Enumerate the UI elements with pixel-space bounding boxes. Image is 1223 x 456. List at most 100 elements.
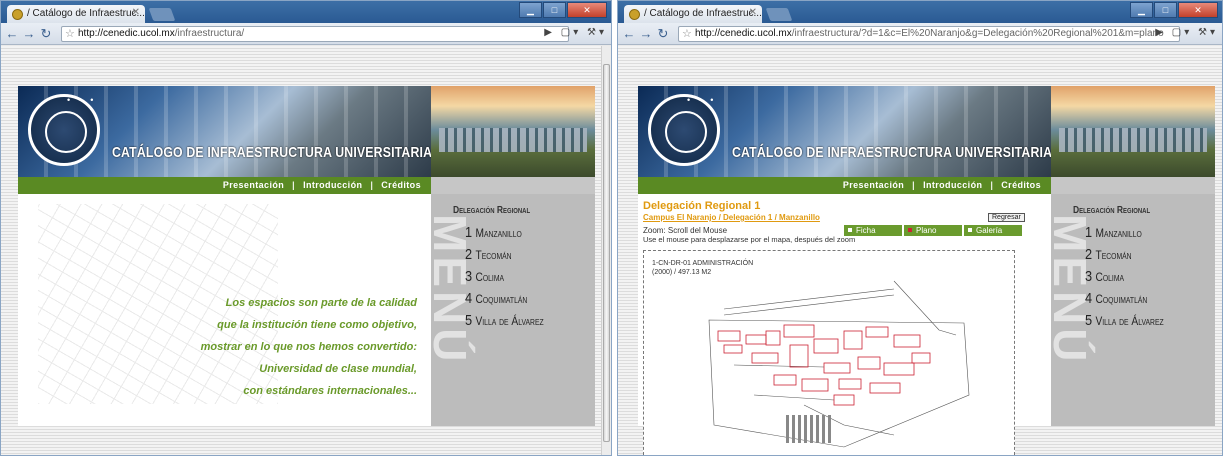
nav-creditos[interactable]: Créditos — [381, 177, 421, 194]
browser-toolbar: ← → ↻ ☆ http://cenedic.ucol.mx/infraestru… — [1, 23, 611, 45]
side-menu: MENÚ Delegación Regional 1 Manzanillo 2 Te… — [1044, 194, 1215, 426]
scrollbar-thumb[interactable] — [603, 64, 610, 442]
back-arrow-icon[interactable]: ← — [622, 26, 636, 41]
main-nav: Presentación | Introducción | Créditos — [18, 177, 431, 194]
menu-item-label: Manzanillo — [1095, 226, 1142, 240]
main-content: Los espacios son parte de la calidad que… — [18, 194, 431, 426]
tab-title: / Catálogo de Infraestruc... — [644, 8, 762, 19]
university-seal-logo: • • • — [648, 94, 720, 166]
side-menu: MENÚ Delegación Regional 1 Manzanillo 2 Te… — [424, 194, 595, 426]
slogan-line: mostrar en lo que nos hemos convertido: — [200, 341, 417, 353]
site-header: • • • CATÁLOGO DE INFRAESTRUCTURA UNIVER… — [18, 86, 432, 177]
slogan-line: que la institución tiene como objetivo, — [217, 319, 417, 331]
menu-item-coquimatlan[interactable]: 4 Coquimatlán — [465, 290, 527, 307]
maximize-button[interactable]: □ — [1154, 2, 1177, 18]
window-controls: ▁ □ ✕ — [519, 2, 607, 18]
menu-item-label: Colima — [475, 270, 505, 284]
favicon-icon — [629, 9, 640, 20]
nav-filler — [431, 177, 595, 194]
menu-item-coquimatlan[interactable]: 4 Coquimatlán — [1085, 290, 1147, 307]
close-tab-icon[interactable]: ✕ — [132, 7, 140, 18]
menu-item-number: 5 — [1085, 312, 1093, 329]
browser-toolbar: ← → ↻ ☆ http://cenedic.ucol.mx/infraestru… — [618, 23, 1222, 45]
maximize-button[interactable]: □ — [543, 2, 566, 18]
menu-item-tecoman[interactable]: 2 Tecomán — [465, 246, 512, 263]
menu-item-colima[interactable]: 3 Colima — [1085, 268, 1124, 285]
menu-item-number: 1 — [1085, 224, 1093, 241]
close-window-button[interactable]: ✕ — [567, 2, 607, 18]
reload-icon[interactable]: ↻ — [656, 26, 670, 42]
menu-item-number: 5 — [465, 312, 473, 329]
page-menu-icon[interactable]: ▶ ▢▾ ⚒▾ — [544, 27, 607, 38]
menu-item-label: Tecomán — [1095, 248, 1132, 262]
url-host: http://cenedic.ucol.mx — [695, 28, 792, 39]
nav-separator: | — [912, 180, 916, 190]
tab-ficha[interactable]: Ficha — [844, 225, 902, 236]
university-seal-logo: • • • — [28, 94, 100, 166]
favicon-icon — [12, 9, 23, 20]
forward-arrow-icon[interactable]: → — [639, 26, 653, 41]
new-tab-button[interactable] — [765, 8, 793, 21]
close-window-button[interactable]: ✕ — [1178, 2, 1218, 18]
browser-tab[interactable]: / Catálogo de Infraestruc... ✕ — [7, 5, 145, 23]
campus-plan-drawing — [708, 280, 970, 448]
menu-item-label: Coquimatlán — [475, 292, 528, 306]
menu-item-number: 2 — [465, 246, 473, 263]
new-tab-button[interactable] — [148, 8, 176, 21]
browser-window-left: / Catálogo de Infraestruc... ✕ ▁ □ ✕ ← →… — [0, 0, 612, 456]
menu-item-number: 2 — [1085, 246, 1093, 263]
campus-breadcrumb[interactable]: Campus El Naranjo / Delegación 1 / Manza… — [643, 213, 820, 222]
nav-presentacion[interactable]: Presentación — [843, 177, 904, 194]
menu-item-label: Coquimatlán — [1095, 292, 1148, 306]
menu-item-manzanillo[interactable]: 1 Manzanillo — [1085, 224, 1142, 241]
nav-presentacion[interactable]: Presentación — [223, 177, 284, 194]
menu-item-villa-de-alvarez[interactable]: 5 Villa de Álvarez — [1085, 312, 1164, 329]
site-header: • • • CATÁLOGO DE INFRAESTRUCTURA UNIVER… — [638, 86, 1052, 177]
menu-item-tecoman[interactable]: 2 Tecomán — [1085, 246, 1132, 263]
menu-item-number: 1 — [465, 224, 473, 241]
back-button[interactable]: Regresar — [988, 213, 1025, 222]
menu-item-label: Colima — [1095, 270, 1125, 284]
vertical-scrollbar[interactable] — [601, 46, 611, 455]
view-tabs: Ficha Plano Galería — [844, 225, 1022, 236]
zoom-hint: Zoom: Scroll del Mouse — [643, 226, 728, 235]
nav-introduccion[interactable]: Introducción — [923, 177, 982, 194]
nav-separator: | — [292, 180, 296, 190]
address-bar[interactable]: ☆ http://cenedic.ucol.mx/infraestructura/ — [61, 26, 569, 42]
minimize-button[interactable]: ▁ — [519, 2, 542, 18]
title-bar: / Catálogo de Infraestruc... ✕ ▁ □ ✕ — [618, 1, 1222, 23]
back-arrow-icon[interactable]: ← — [5, 26, 19, 41]
minimize-button[interactable]: ▁ — [1130, 2, 1153, 18]
pan-hint: Use el mouse para desplazarse por el map… — [643, 235, 856, 244]
nav-filler — [1051, 177, 1215, 194]
star-icon[interactable]: ☆ — [682, 27, 692, 41]
menu-item-colima[interactable]: 3 Colima — [465, 268, 504, 285]
nav-creditos[interactable]: Créditos — [1001, 177, 1041, 194]
slogan-line: Universidad de clase mundial, — [259, 363, 417, 375]
title-bar: / Catálogo de Infraestruc... ✕ ▁ □ ✕ — [1, 1, 611, 23]
star-icon[interactable]: ☆ — [65, 27, 75, 41]
map-building-code: 1-CN-DR-01 ADMINISTRACIÓN — [652, 260, 754, 267]
menu-title: Delegación Regional — [453, 205, 531, 216]
tab-galeria[interactable]: Galería — [964, 225, 1022, 236]
menu-item-label: Villa de Álvarez — [1095, 314, 1164, 328]
menu-item-number: 4 — [1085, 290, 1093, 307]
url-path: /infraestructura/?d=1&c=El%20Naranjo&g=D… — [791, 28, 1164, 39]
page-menu-icon[interactable]: ▶ ▢▾ ⚒▾ — [1155, 27, 1218, 38]
campus-photo — [431, 86, 595, 177]
tab-plano[interactable]: Plano — [904, 225, 962, 236]
main-content: Delegación Regional 1 Campus El Naranjo … — [638, 194, 1051, 455]
browser-tab[interactable]: / Catálogo de Infraestruc... ✕ — [624, 5, 762, 23]
reload-icon[interactable]: ↻ — [39, 26, 53, 42]
browser-window-right: / Catálogo de Infraestruc... ✕ ▁ □ ✕ ← →… — [617, 0, 1223, 456]
menu-item-villa-de-alvarez[interactable]: 5 Villa de Álvarez — [465, 312, 544, 329]
forward-arrow-icon[interactable]: → — [22, 26, 36, 41]
campus-map[interactable]: 1-CN-DR-01 ADMINISTRACIÓN (2000) / 497.1… — [643, 250, 1015, 455]
slogan-line: con estándares internacionales... — [243, 385, 417, 397]
delegation-title: Delegación Regional 1 — [643, 200, 761, 212]
menu-item-manzanillo[interactable]: 1 Manzanillo — [465, 224, 522, 241]
nav-introduccion[interactable]: Introducción — [303, 177, 362, 194]
close-tab-icon[interactable]: ✕ — [749, 7, 757, 18]
url-path: /infraestructura/ — [174, 28, 245, 39]
address-bar[interactable]: ☆ http://cenedic.ucol.mx/infraestructura/… — [678, 26, 1180, 42]
